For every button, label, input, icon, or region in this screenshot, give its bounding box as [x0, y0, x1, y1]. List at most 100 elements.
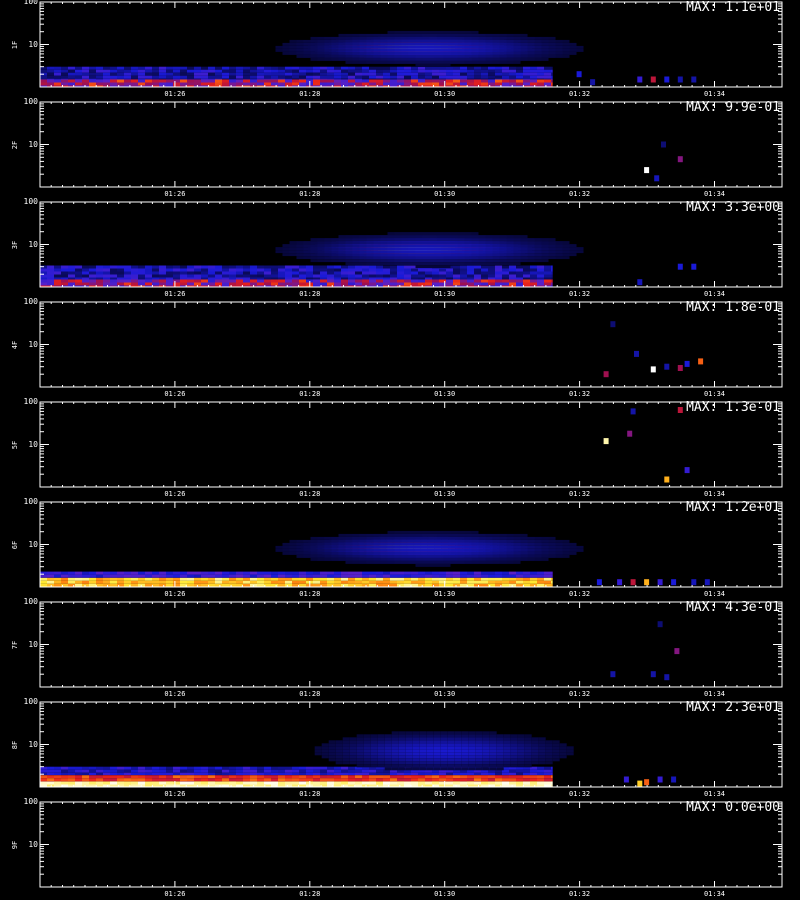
heat-cell [544, 571, 551, 575]
heat-cell [285, 583, 292, 587]
heat-cell [394, 533, 402, 537]
heat-cell [369, 574, 376, 578]
heat-cell [166, 69, 173, 73]
heat-cell [271, 265, 278, 269]
heat-cell [569, 45, 577, 49]
heat-cell [40, 279, 47, 283]
heat-cell [324, 539, 332, 543]
heat-cell [513, 533, 521, 537]
heat-cell [471, 235, 479, 239]
heat-cell [499, 548, 507, 552]
heat-cell [331, 250, 339, 254]
heat-cell [303, 554, 311, 558]
heat-cell [513, 557, 521, 561]
heat-cell [425, 282, 432, 286]
heat-cell [103, 577, 110, 581]
heat-cell [555, 54, 563, 58]
heat-cell [502, 265, 509, 269]
x-ticks [39, 302, 783, 387]
heat-cell [320, 577, 327, 581]
heat-cell [541, 244, 549, 248]
heat-cell [425, 580, 432, 584]
y-tick-label: 100 [23, 397, 38, 406]
heat-cell [278, 82, 285, 86]
heat-cell [331, 48, 339, 52]
heat-cell [502, 78, 509, 80]
heat-cell [243, 583, 250, 587]
heat-cell [401, 244, 409, 248]
heat-cell [471, 247, 479, 251]
x-tick-label: 01:30 [434, 290, 456, 298]
heat-cell [334, 574, 341, 578]
heat-cell [401, 42, 409, 46]
heat-cell [562, 247, 570, 251]
heat-cell [145, 271, 152, 275]
heat-cell [576, 247, 584, 251]
heat-cell [292, 279, 299, 283]
heat-cell [117, 72, 124, 76]
heat-cell [415, 33, 423, 37]
heat-cell [296, 548, 304, 552]
heat-cell [485, 60, 493, 64]
heat-cell [40, 69, 47, 73]
heat-cell [61, 75, 68, 79]
heat-cell [159, 268, 166, 272]
heat-cell [492, 238, 500, 242]
heat-cell [387, 51, 395, 55]
heat-cell [282, 247, 290, 251]
heat-cell [387, 253, 395, 257]
heat-cell [54, 268, 61, 272]
heat-cell [187, 271, 194, 275]
x-tick-label: 01:34 [703, 390, 726, 398]
heat-cell [520, 42, 528, 46]
heat-cell [408, 232, 416, 236]
heat-cell [310, 256, 318, 260]
heat-cell [54, 282, 61, 286]
heat-cell [401, 57, 409, 61]
heat-cell [345, 545, 353, 549]
heat-cell [408, 42, 416, 46]
heat-cell [390, 274, 397, 278]
heat-cell [373, 57, 381, 61]
heat-cell [306, 69, 313, 73]
heat-cell [306, 268, 313, 272]
heat-cell [390, 265, 397, 269]
heat-cell [481, 583, 488, 587]
heat-cell [359, 539, 367, 543]
heat-cell [194, 78, 201, 80]
heat-cell [401, 554, 409, 558]
heat-cell [173, 580, 180, 584]
heat-cell [464, 262, 472, 266]
heat-cell [471, 253, 479, 257]
heat-cell [436, 542, 444, 546]
heat-cell [110, 277, 117, 280]
heat-cell [89, 580, 96, 584]
heat-cell [138, 66, 145, 70]
heat-cell [415, 542, 423, 546]
heat-cell [299, 75, 306, 79]
heat-cell [376, 72, 383, 76]
heat-cell [422, 542, 430, 546]
heat-cell [355, 279, 362, 283]
heat-cell [138, 72, 145, 76]
heat-cell [110, 574, 117, 578]
heat-cell [516, 75, 523, 79]
heat-cell [96, 274, 103, 278]
heat-cell [145, 282, 152, 286]
heat-cell [131, 781, 138, 785]
heat-cell [369, 577, 376, 581]
heat-cell [75, 571, 82, 575]
heat-cell [187, 580, 194, 584]
heat-pixel [684, 467, 690, 474]
heat-cell [124, 78, 131, 80]
heat-cell [418, 69, 425, 73]
heat-cell [404, 82, 411, 86]
heat-cell [110, 580, 117, 584]
heat-cell [457, 533, 465, 537]
heat-cell [117, 583, 124, 587]
heat-cell [485, 238, 493, 242]
heat-cell [82, 580, 89, 584]
heat-cell [383, 577, 390, 581]
heat-cell [513, 238, 521, 242]
heat-cell [310, 253, 318, 257]
